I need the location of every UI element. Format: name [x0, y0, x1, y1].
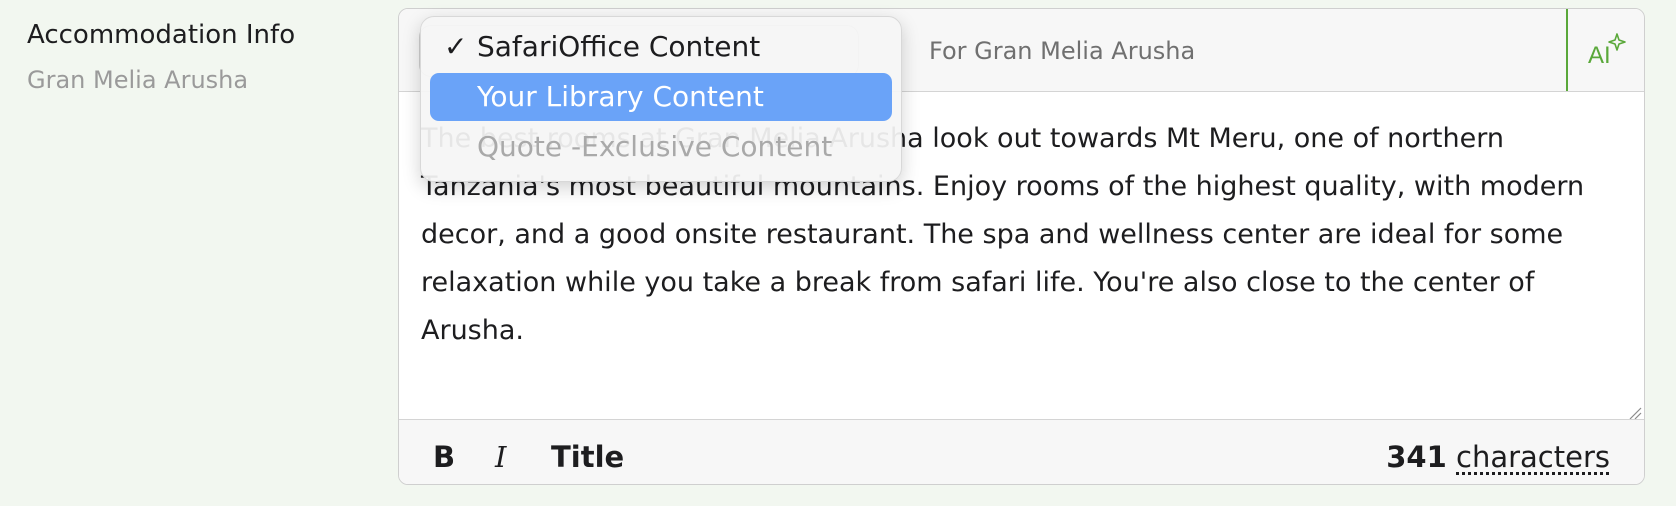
ai-icon-text: AI [1588, 42, 1611, 69]
dropdown-option-label: Your Library Content [477, 80, 764, 113]
dropdown-option-label: SafariOffice Content [477, 30, 761, 63]
dropdown-option-label: Quote -Exclusive Content [477, 130, 833, 163]
content-source-dropdown: ✓ SafariOffice Content Your Library Cont… [420, 16, 902, 182]
dropdown-option-quote-exclusive: Quote -Exclusive Content [430, 123, 892, 171]
ai-sparkle-icon: AI [1588, 33, 1626, 69]
dropdown-option-safarioffice[interactable]: ✓ SafariOffice Content [430, 23, 892, 71]
editor-toolbar: B I Title 341 characters [399, 419, 1644, 484]
bold-button[interactable]: B [433, 440, 455, 474]
dropdown-option-your-library[interactable]: Your Library Content [430, 73, 892, 121]
for-property-label: For Gran Melia Arusha [929, 37, 1196, 65]
field-sublabel: Gran Melia Arusha [27, 66, 249, 94]
title-button[interactable]: Title [551, 440, 624, 474]
field-label: Accommodation Info [27, 20, 296, 50]
character-count-unit: characters [1456, 440, 1610, 474]
character-count-number: 341 [1386, 440, 1447, 474]
italic-button[interactable]: I [495, 440, 506, 474]
page: Accommodation Info Gran Melia Arusha For… [0, 0, 1676, 506]
character-count: 341 characters [1386, 440, 1610, 474]
ai-assist-button[interactable]: AI [1566, 9, 1644, 91]
checkmark-icon: ✓ [444, 30, 468, 63]
